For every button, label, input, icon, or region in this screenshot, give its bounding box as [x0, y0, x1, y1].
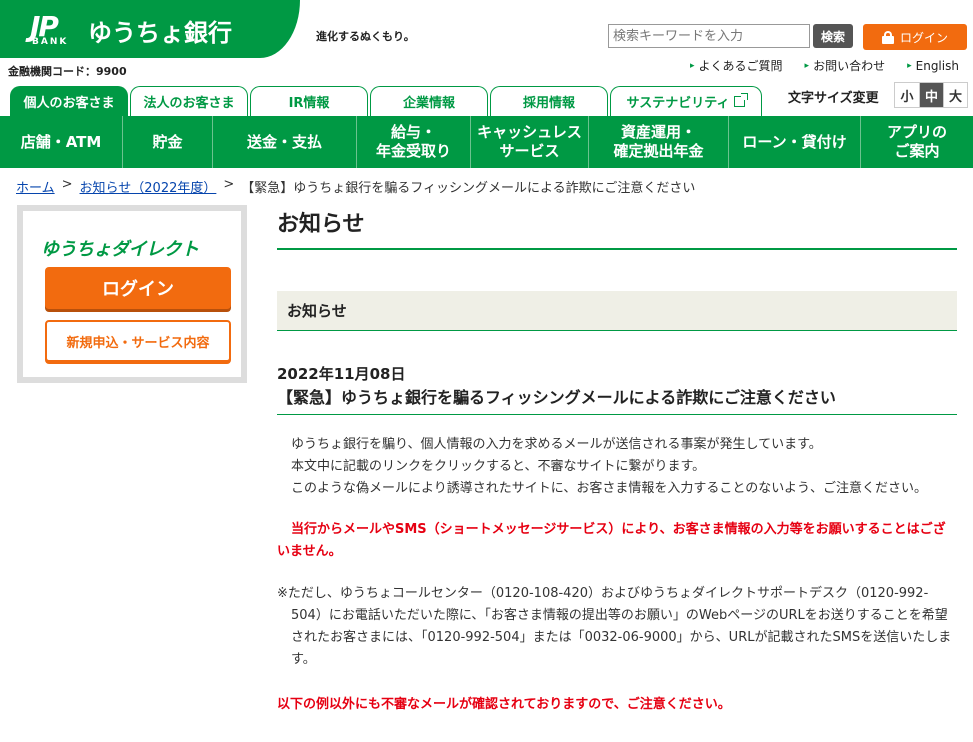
news-paragraph: ゆうちょ銀行を騙り、個人情報の入力を求めるメールが送信される事案が発生しています…	[291, 437, 822, 452]
tab-recruit[interactable]: 採用情報	[490, 86, 608, 116]
font-size-small[interactable]: 小	[895, 83, 919, 107]
search-button[interactable]: 検索	[813, 24, 853, 48]
breadcrumb-home[interactable]: ホーム	[16, 177, 55, 196]
bank-code: 金融機関コード：9900	[8, 65, 127, 78]
tab-corporate[interactable]: 法人のお客さま	[130, 86, 248, 116]
news-date: 2022年11月08日	[277, 365, 406, 383]
nav-app[interactable]: アプリの ご案内	[860, 116, 973, 168]
nav-loans[interactable]: ローン・貸付け	[728, 116, 860, 168]
page-title: お知らせ	[277, 200, 957, 250]
security-warning: 当行からメールやSMS（ショートメッセージサービス）により、お客さま情報の入力等…	[277, 522, 946, 559]
nav-cashless[interactable]: キャッシュレス サービス	[470, 116, 588, 168]
tab-sustainability-label: サステナビリティ	[626, 96, 730, 111]
utility-links: よくあるご質問 お問い合わせ English	[690, 57, 959, 74]
tab-ir[interactable]: IR情報	[250, 86, 368, 116]
lock-icon	[881, 30, 894, 44]
bank-name-logo[interactable]: ゆうちょ銀行	[88, 13, 232, 48]
news-paragraph: このような偽メールにより誘導されたサイトに、お客さま情報を入力することのないよう…	[291, 481, 927, 496]
jp-bank-logo[interactable]: JP BANK	[30, 10, 78, 48]
breadcrumb-current: 【緊急】ゆうちょ銀行を騙るフィッシングメールによる詐欺にご注意ください	[241, 181, 696, 196]
sms-note: ※ただし、ゆうちょコールセンター（0120-108-420）およびゆうちょダイレ…	[277, 586, 952, 667]
additional-warning: 以下の例以外にも不審なメールが確認されておりますので、ご注意ください。	[277, 697, 731, 712]
font-size-label: 文字サイズ変更	[788, 91, 879, 106]
nav-savings[interactable]: 貯金	[122, 116, 212, 168]
direct-login-panel: ゆうちょダイレクト ログイン 新規申込・サービス内容	[17, 205, 247, 383]
news-headline: 【緊急】ゆうちょ銀行を騙るフィッシングメールによる詐欺にご注意ください	[277, 384, 957, 415]
direct-apply-button[interactable]: 新規申込・サービス内容	[45, 320, 231, 362]
tab-personal[interactable]: 個人のお客さま	[10, 86, 128, 116]
tagline: 進化するぬくもり。	[316, 30, 415, 43]
global-nav: 店舗・ATM 貯金 送金・支払 給与・ 年金受取り キャッシュレス サービス 資…	[0, 116, 973, 168]
breadcrumb: ホーム > お知らせ（2022年度） > 【緊急】ゆうちょ銀行を騙るフィッシング…	[16, 177, 695, 196]
nav-salary-pension[interactable]: 給与・ 年金受取り	[356, 116, 470, 168]
font-size-medium[interactable]: 中	[919, 83, 943, 107]
contact-link[interactable]: お問い合わせ	[805, 57, 885, 74]
news-paragraph: 本文中に記載のリンクをクリックすると、不審なサイトに繋がります。	[291, 459, 706, 474]
header-brand-area: JP BANK ゆうちょ銀行	[0, 0, 300, 58]
nav-remittance[interactable]: 送金・支払	[212, 116, 356, 168]
font-size-large[interactable]: 大	[943, 83, 967, 107]
nav-stores-atm[interactable]: 店舗・ATM	[0, 116, 122, 168]
breadcrumb-separator: >	[61, 177, 73, 192]
breadcrumb-separator: >	[223, 177, 235, 192]
news-body: ゆうちょ銀行を騙り、個人情報の入力を求めるメールが送信される事案が発生しています…	[277, 434, 957, 500]
english-link[interactable]: English	[907, 57, 959, 74]
site-header: JP BANK ゆうちょ銀行 進化するぬくもり。 検索 ログイン	[0, 0, 973, 58]
header-login-button[interactable]: ログイン	[863, 24, 967, 50]
breadcrumb-parent[interactable]: お知らせ（2022年度）	[80, 177, 217, 196]
nav-investment[interactable]: 資産運用・ 確定拠出年金	[588, 116, 728, 168]
font-size-switcher: 小 中 大	[894, 82, 968, 108]
faq-link[interactable]: よくあるご質問	[690, 57, 783, 74]
logo-bank-text: BANK	[32, 37, 69, 47]
search-input[interactable]	[608, 24, 810, 48]
yucho-direct-logo: ゆうちょダイレクト	[41, 239, 199, 260]
direct-login-box: ゆうちょダイレクト ログイン 新規申込・サービス内容	[23, 211, 241, 377]
direct-login-button[interactable]: ログイン	[45, 267, 231, 309]
section-heading: お知らせ	[277, 291, 957, 331]
header-login-label: ログイン	[899, 30, 948, 45]
external-link-icon	[734, 93, 749, 107]
main-content: お知らせ お知らせ 2022年11月08日 【緊急】ゆうちょ銀行を騙るフィッシン…	[277, 200, 957, 712]
tab-company[interactable]: 企業情報	[370, 86, 488, 116]
tab-sustainability[interactable]: サステナビリティ	[610, 86, 762, 116]
